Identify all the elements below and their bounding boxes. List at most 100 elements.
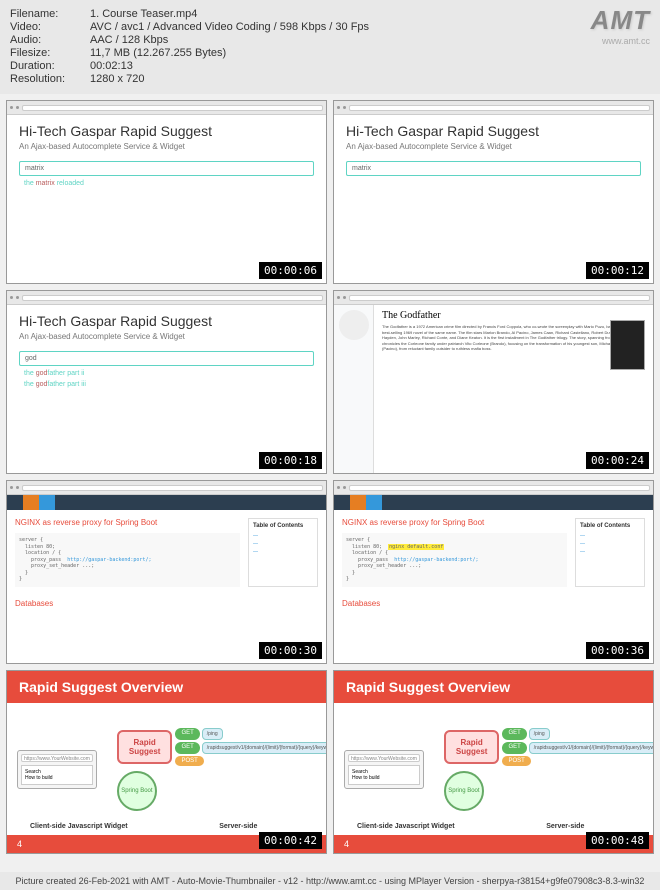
timestamp: 00:00:24 xyxy=(586,452,649,469)
suggestion-item: the godfather part ii xyxy=(19,368,314,379)
slide-header: Rapid Suggest Overview xyxy=(7,671,326,703)
url-bar: https://www.YourWebsite.com xyxy=(348,754,420,762)
toc-title: Table of Contents xyxy=(580,523,640,529)
spring-boot-icon: Spring Boot xyxy=(444,771,484,811)
endpoint-main: /rapidsuggest/v1/{domain}/{limit}/{forma… xyxy=(529,742,654,754)
footer-text: Picture created 26-Feb-2021 with AMT - A… xyxy=(0,872,660,890)
docs-navbar xyxy=(7,495,326,510)
endpoint-ping: /ping xyxy=(202,728,223,740)
thumbnail-grid: Hi-Tech Gaspar Rapid Suggest An Ajax-bas… xyxy=(0,94,660,860)
thumbnail-6: NGINX as reverse proxy for Spring Boot s… xyxy=(333,480,654,664)
search-input: matrix xyxy=(346,161,641,176)
metadata-header: Filename: 1. Course Teaser.mp4 Video: AV… xyxy=(0,0,660,94)
resolution-value: 1280 x 720 xyxy=(90,73,144,85)
audio-label: Audio: xyxy=(10,34,90,46)
browser-chrome xyxy=(7,101,326,115)
endpoint-main: /rapidsuggest/v1/{domain}/{limit}/{forma… xyxy=(202,742,327,754)
server-side-label: Server-side xyxy=(151,823,326,830)
toc-item: — xyxy=(580,548,640,556)
browser-chrome xyxy=(334,291,653,305)
logo-url: www.amt.cc xyxy=(591,36,650,46)
slide-browser-mockup: https://www.YourWebsite.com Search How t… xyxy=(17,750,97,789)
browser-chrome xyxy=(334,481,653,495)
thumbnail-7: Rapid Suggest Overview https://www.YourW… xyxy=(6,670,327,854)
filesize-value: 11,7 MB (12.267.255 Bytes) xyxy=(90,47,226,59)
docs-navbar xyxy=(334,495,653,510)
app-title: Hi-Tech Gaspar Rapid Suggest xyxy=(19,123,314,139)
amt-logo: AMT www.amt.cc xyxy=(591,5,650,46)
get-badge: GET xyxy=(502,728,526,740)
docs-section-heading: Databases xyxy=(334,595,653,612)
slide-body: https://www.YourWebsite.com Search How t… xyxy=(7,703,326,835)
duration-label: Duration: xyxy=(10,60,90,72)
get-badge: GET xyxy=(502,742,526,754)
docs-heading: NGINX as reverse proxy for Spring Boot xyxy=(342,518,567,527)
nav-item xyxy=(334,495,350,510)
browser-chrome xyxy=(334,101,653,115)
logo-text: AMT xyxy=(591,5,650,36)
spring-boot-icon: Spring Boot xyxy=(117,771,157,811)
wiki-article-text: The Godfather is a 1972 American crime f… xyxy=(382,324,645,352)
timestamp: 00:00:12 xyxy=(586,262,649,279)
timestamp: 00:00:30 xyxy=(259,642,322,659)
browser-chrome xyxy=(7,481,326,495)
search-input: god xyxy=(19,351,314,366)
filename-label: Filename: xyxy=(10,8,90,20)
nav-item-active xyxy=(23,495,39,510)
thumbnail-8: Rapid Suggest Overview https://www.YourW… xyxy=(333,670,654,854)
highlighted-text: nginx default.conf xyxy=(388,544,444,550)
audio-value: AAC / 128 Kbps xyxy=(90,34,168,46)
timestamp: 00:00:42 xyxy=(259,832,322,849)
page-number: 4 xyxy=(344,839,349,849)
nav-item xyxy=(7,495,23,510)
slide-body: https://www.YourWebsite.com Search How t… xyxy=(334,703,653,835)
slide-header: Rapid Suggest Overview xyxy=(334,671,653,703)
toc-item: — xyxy=(580,532,640,540)
post-badge: POST xyxy=(502,756,530,766)
resolution-label: Resolution: xyxy=(10,73,90,85)
toc-item: — xyxy=(253,548,313,556)
endpoint-ping: /ping xyxy=(529,728,550,740)
rapid-suggest-box: Rapid Suggest xyxy=(117,730,173,764)
thumbnail-3: Hi-Tech Gaspar Rapid Suggest An Ajax-bas… xyxy=(6,290,327,474)
thumbnail-5: NGINX as reverse proxy for Spring Boot s… xyxy=(6,480,327,664)
app-subtitle: An Ajax-based Autocomplete Service & Wid… xyxy=(19,142,314,151)
slide-browser-mockup: https://www.YourWebsite.com Search How t… xyxy=(344,750,424,789)
code-block: server { listen 80; nginx default.conf l… xyxy=(342,533,567,587)
toc-item: — xyxy=(253,532,313,540)
slide-server-diagram: Rapid Suggest GET /ping GET /rapidsugges… xyxy=(444,728,654,811)
app-subtitle: An Ajax-based Autocomplete Service & Wid… xyxy=(346,142,641,151)
rapid-suggest-box: Rapid Suggest xyxy=(444,730,500,764)
client-side-label: Client-side Javascript Widget xyxy=(7,823,151,830)
search-mockup: Search How to build xyxy=(348,765,420,785)
slide-server-diagram: Rapid Suggest GET /ping GET /rapidsugges… xyxy=(117,728,327,811)
app-subtitle: An Ajax-based Autocomplete Service & Wid… xyxy=(19,332,314,341)
app-title: Hi-Tech Gaspar Rapid Suggest xyxy=(19,313,314,329)
nav-item xyxy=(366,495,382,510)
movie-poster-image xyxy=(610,320,645,370)
slide-title: Rapid Suggest Overview xyxy=(346,679,641,695)
timestamp: 00:00:18 xyxy=(259,452,322,469)
server-side-label: Server-side xyxy=(478,823,653,830)
nav-item xyxy=(39,495,55,510)
filesize-label: Filesize: xyxy=(10,47,90,59)
search-mockup: Search How to build xyxy=(21,765,93,785)
search-input: matrix xyxy=(19,161,314,176)
get-badge: GET xyxy=(175,742,199,754)
toc-item: — xyxy=(580,540,640,548)
table-of-contents: Table of Contents — — — xyxy=(575,518,645,587)
suggestion-item: the matrix reloaded xyxy=(19,178,314,189)
table-of-contents: Table of Contents — — — xyxy=(248,518,318,587)
app-title: Hi-Tech Gaspar Rapid Suggest xyxy=(346,123,641,139)
toc-title: Table of Contents xyxy=(253,523,313,529)
slide-title: Rapid Suggest Overview xyxy=(19,679,314,695)
thumbnail-1: Hi-Tech Gaspar Rapid Suggest An Ajax-bas… xyxy=(6,100,327,284)
get-badge: GET xyxy=(175,728,199,740)
url-bar: https://www.YourWebsite.com xyxy=(21,754,93,762)
client-side-label: Client-side Javascript Widget xyxy=(334,823,478,830)
browser-chrome xyxy=(7,291,326,305)
wiki-sidebar xyxy=(334,305,374,473)
post-badge: POST xyxy=(175,756,203,766)
thumbnail-4: The Godfather The Godfather is a 1972 Am… xyxy=(333,290,654,474)
wiki-article-title: The Godfather xyxy=(382,310,645,321)
